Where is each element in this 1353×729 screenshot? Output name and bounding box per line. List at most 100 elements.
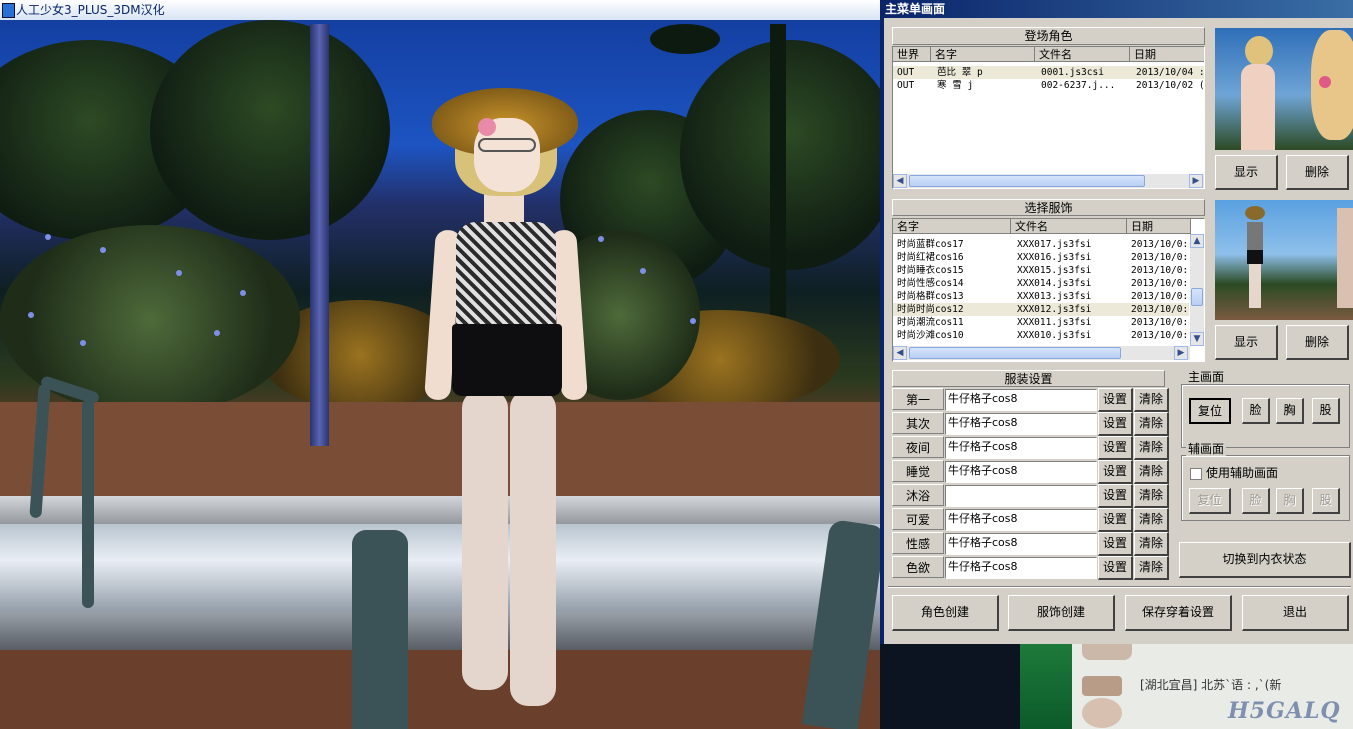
costume-file: XXX015.js3fsi — [1017, 265, 1092, 276]
costume-date: 2013/10/0: — [1131, 291, 1189, 302]
slot-clear-button[interactable]: 清除 — [1134, 412, 1169, 436]
horizontal-scrollbar[interactable]: ◀ ▶ — [893, 174, 1204, 188]
slot-clear-button[interactable]: 清除 — [1134, 436, 1169, 460]
col-costume-date[interactable]: 日期 — [1127, 219, 1191, 234]
aux-view-checkbox-label[interactable]: 使用辅助画面 — [1206, 465, 1278, 481]
costume-list[interactable]: 名字 文件名 日期 时尚蓝群cos17 XXX017.js3fsi 2013/1… — [892, 218, 1205, 362]
watermark-logo: H5GALQ — [1228, 698, 1341, 724]
costume-date: 2013/10/0: — [1131, 265, 1189, 276]
slot-set-button[interactable]: 设置 — [1098, 436, 1133, 460]
scroll-right-icon[interactable]: ▶ — [1174, 346, 1188, 360]
chat-avatar — [1082, 676, 1122, 696]
main-menu-titlebar[interactable]: 主菜单画面 — [880, 0, 1353, 18]
col-world[interactable]: 世界 — [893, 47, 931, 62]
slot-outfit-field[interactable] — [945, 485, 1097, 507]
costume-date: 2013/10/0: — [1131, 330, 1189, 341]
aux-reset-button[interactable]: 复位 — [1189, 488, 1231, 514]
app-icon — [2, 3, 15, 18]
aux-view-checkbox[interactable] — [1190, 468, 1202, 480]
slot-outfit-field[interactable]: 牛仔格子cos8 — [945, 533, 1097, 555]
scroll-thumb[interactable] — [909, 175, 1145, 187]
aux-face-button[interactable]: 脸 — [1242, 488, 1270, 514]
slot-set-button[interactable]: 设置 — [1098, 556, 1133, 580]
slot-label: 第一 — [892, 388, 944, 410]
costume-file: XXX017.js3fsi — [1017, 239, 1092, 250]
scroll-left-icon[interactable]: ◀ — [893, 174, 907, 188]
col-name[interactable]: 名字 — [931, 47, 1035, 62]
main-hip-button[interactable]: 股 — [1312, 398, 1340, 424]
pool-rail — [352, 530, 408, 729]
slot-set-button[interactable]: 设置 — [1098, 532, 1133, 556]
aux-view-legend: 辅画面 — [1186, 442, 1227, 456]
col-costume-file[interactable]: 文件名 — [1011, 219, 1127, 234]
slot-label: 夜间 — [892, 436, 944, 458]
slot-label: 其次 — [892, 412, 944, 434]
preview-head — [1245, 36, 1273, 66]
scroll-up-icon[interactable]: ▲ — [1190, 234, 1204, 248]
char-world: OUT — [897, 67, 915, 78]
preview-body — [1241, 64, 1275, 150]
pool-rim — [0, 612, 880, 652]
main-face-button[interactable]: 脸 — [1242, 398, 1270, 424]
slot-set-button[interactable]: 设置 — [1098, 484, 1133, 508]
slot-outfit-field[interactable]: 牛仔格子cos8 — [945, 413, 1097, 435]
flower-decor — [176, 270, 182, 276]
costume-show-button[interactable]: 显示 — [1215, 325, 1278, 360]
character-list[interactable]: 世界 名字 文件名 日期 OUT 芭比 翠 p 0001.js3csi 2013… — [892, 46, 1205, 189]
slot-clear-button[interactable]: 清除 — [1134, 388, 1169, 412]
slot-set-button[interactable]: 设置 — [1098, 460, 1133, 484]
flower-decor — [640, 268, 646, 274]
create-character-button[interactable]: 角色创建 — [892, 595, 999, 631]
aux-hip-button[interactable]: 股 — [1312, 488, 1340, 514]
create-costume-button[interactable]: 服饰创建 — [1008, 595, 1115, 631]
exit-button[interactable]: 退出 — [1242, 595, 1349, 631]
slot-clear-button[interactable]: 清除 — [1134, 460, 1169, 484]
footer-divider — [888, 586, 1351, 587]
slot-outfit-field[interactable]: 牛仔格子cos8 — [945, 389, 1097, 411]
main-chest-button[interactable]: 胸 — [1276, 398, 1304, 424]
slot-clear-button[interactable]: 清除 — [1134, 556, 1169, 580]
flower-decor — [80, 340, 86, 346]
glasses-icon — [478, 138, 536, 152]
col-date[interactable]: 日期 — [1130, 47, 1204, 62]
game-viewport[interactable]: 人工少女3_PLUS_3DM汉化 — [0, 0, 880, 729]
scroll-left-icon[interactable]: ◀ — [893, 346, 907, 360]
flower-decor — [28, 312, 34, 318]
game-titlebar[interactable]: 人工少女3_PLUS_3DM汉化 — [0, 0, 880, 20]
scroll-down-icon[interactable]: ▼ — [1190, 332, 1204, 346]
col-filename[interactable]: 文件名 — [1035, 47, 1130, 62]
switch-underwear-button[interactable]: 切换到内衣状态 — [1179, 542, 1351, 578]
slot-label: 性感 — [892, 532, 944, 554]
horizontal-scrollbar[interactable]: ◀ ▶ — [893, 346, 1190, 360]
save-outfit-button[interactable]: 保存穿着设置 — [1125, 595, 1232, 631]
scroll-right-icon[interactable]: ▶ — [1189, 174, 1203, 188]
palm-leaves — [650, 24, 720, 54]
pool-step — [0, 496, 880, 526]
scroll-thumb[interactable] — [909, 347, 1121, 359]
main-reset-button[interactable]: 复位 — [1189, 398, 1231, 424]
char-world: OUT — [897, 80, 915, 91]
aux-chest-button[interactable]: 胸 — [1276, 488, 1304, 514]
scroll-thumb[interactable] — [1191, 288, 1203, 306]
costume-delete-button[interactable]: 删除 — [1286, 325, 1349, 360]
preview-face — [1311, 30, 1353, 140]
costume-file: XXX012.js3fsi — [1017, 304, 1092, 315]
vertical-scrollbar[interactable]: ▲ ▼ — [1190, 234, 1204, 346]
slot-clear-button[interactable]: 清除 — [1134, 532, 1169, 556]
lamp-post — [310, 24, 329, 446]
slot-set-button[interactable]: 设置 — [1098, 508, 1133, 532]
character-delete-button[interactable]: 删除 — [1286, 155, 1349, 190]
col-costume-name[interactable]: 名字 — [893, 219, 1011, 234]
char-date: 2013/10/04 : — [1136, 67, 1205, 78]
costume-date: 2013/10/0: — [1131, 239, 1189, 250]
slot-set-button[interactable]: 设置 — [1098, 412, 1133, 436]
slot-outfit-field[interactable]: 牛仔格子cos8 — [945, 437, 1097, 459]
slot-set-button[interactable]: 设置 — [1098, 388, 1133, 412]
slot-clear-button[interactable]: 清除 — [1134, 484, 1169, 508]
characters-heading: 登场角色 — [892, 27, 1205, 45]
slot-outfit-field[interactable]: 牛仔格子cos8 — [945, 461, 1097, 483]
slot-outfit-field[interactable]: 牛仔格子cos8 — [945, 557, 1097, 579]
slot-outfit-field[interactable]: 牛仔格子cos8 — [945, 509, 1097, 531]
character-show-button[interactable]: 显示 — [1215, 155, 1278, 190]
slot-clear-button[interactable]: 清除 — [1134, 508, 1169, 532]
